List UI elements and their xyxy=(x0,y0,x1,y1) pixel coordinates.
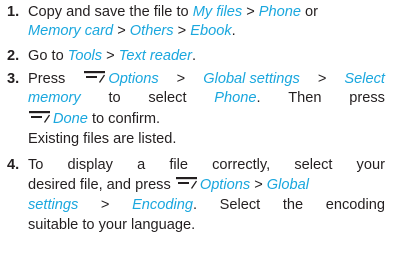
step-text: Done to confirm. xyxy=(28,110,160,129)
menu-link-global-settings: Global settings xyxy=(203,71,300,87)
menu-link-ebook: Ebook xyxy=(190,23,232,39)
menu-link-my-files: My files xyxy=(192,4,243,20)
menu-link-tools: Tools xyxy=(67,48,103,64)
step-number: 1. xyxy=(7,4,20,20)
menu-link-select-memory: Select xyxy=(344,71,385,87)
menu-link-global-settings: Global xyxy=(266,177,309,193)
menu-link-global-settings-cont: settings xyxy=(28,197,79,213)
menu-link-encoding: Encoding xyxy=(132,197,193,213)
step-text: settings > Encoding. Select the encoding xyxy=(28,197,385,213)
step-number: 3. xyxy=(7,71,20,87)
menu-link-options: Options xyxy=(199,177,251,193)
step-text: Copy and save the file to My files > Pho… xyxy=(28,4,319,20)
step-text: Memory card > Others > Ebook. xyxy=(28,23,236,39)
step-text: suitable to your language. xyxy=(28,217,196,233)
menu-link-phone: Phone xyxy=(258,4,301,20)
menu-link-done: Done xyxy=(53,111,88,127)
left-softkey-icon xyxy=(28,110,51,124)
menu-link-phone: Phone xyxy=(214,90,257,106)
menu-link-others: Others xyxy=(129,23,174,39)
menu-link-select-memory-cont: memory xyxy=(28,90,81,106)
left-softkey-icon xyxy=(83,70,106,84)
step-text: Press Options > Global settings > Select xyxy=(28,70,385,87)
step-text: memory to select Phone. Then press xyxy=(28,90,385,106)
step-number: 4. xyxy=(7,157,20,173)
left-softkey-icon xyxy=(175,176,198,190)
instruction-list: 1. Copy and save the file to My files > … xyxy=(0,0,395,265)
step-number: 2. xyxy=(7,48,20,64)
step-text: To display a file correctly, select your xyxy=(28,157,385,173)
step-text: Existing files are listed. xyxy=(28,131,177,147)
step-text: Go to Tools > Text reader. xyxy=(28,48,197,64)
menu-link-text-reader: Text reader xyxy=(118,48,193,64)
menu-link-options: Options xyxy=(108,71,159,87)
menu-link-memory-card: Memory card xyxy=(28,23,114,39)
step-text: desired file, and press Options > Global xyxy=(28,176,309,193)
